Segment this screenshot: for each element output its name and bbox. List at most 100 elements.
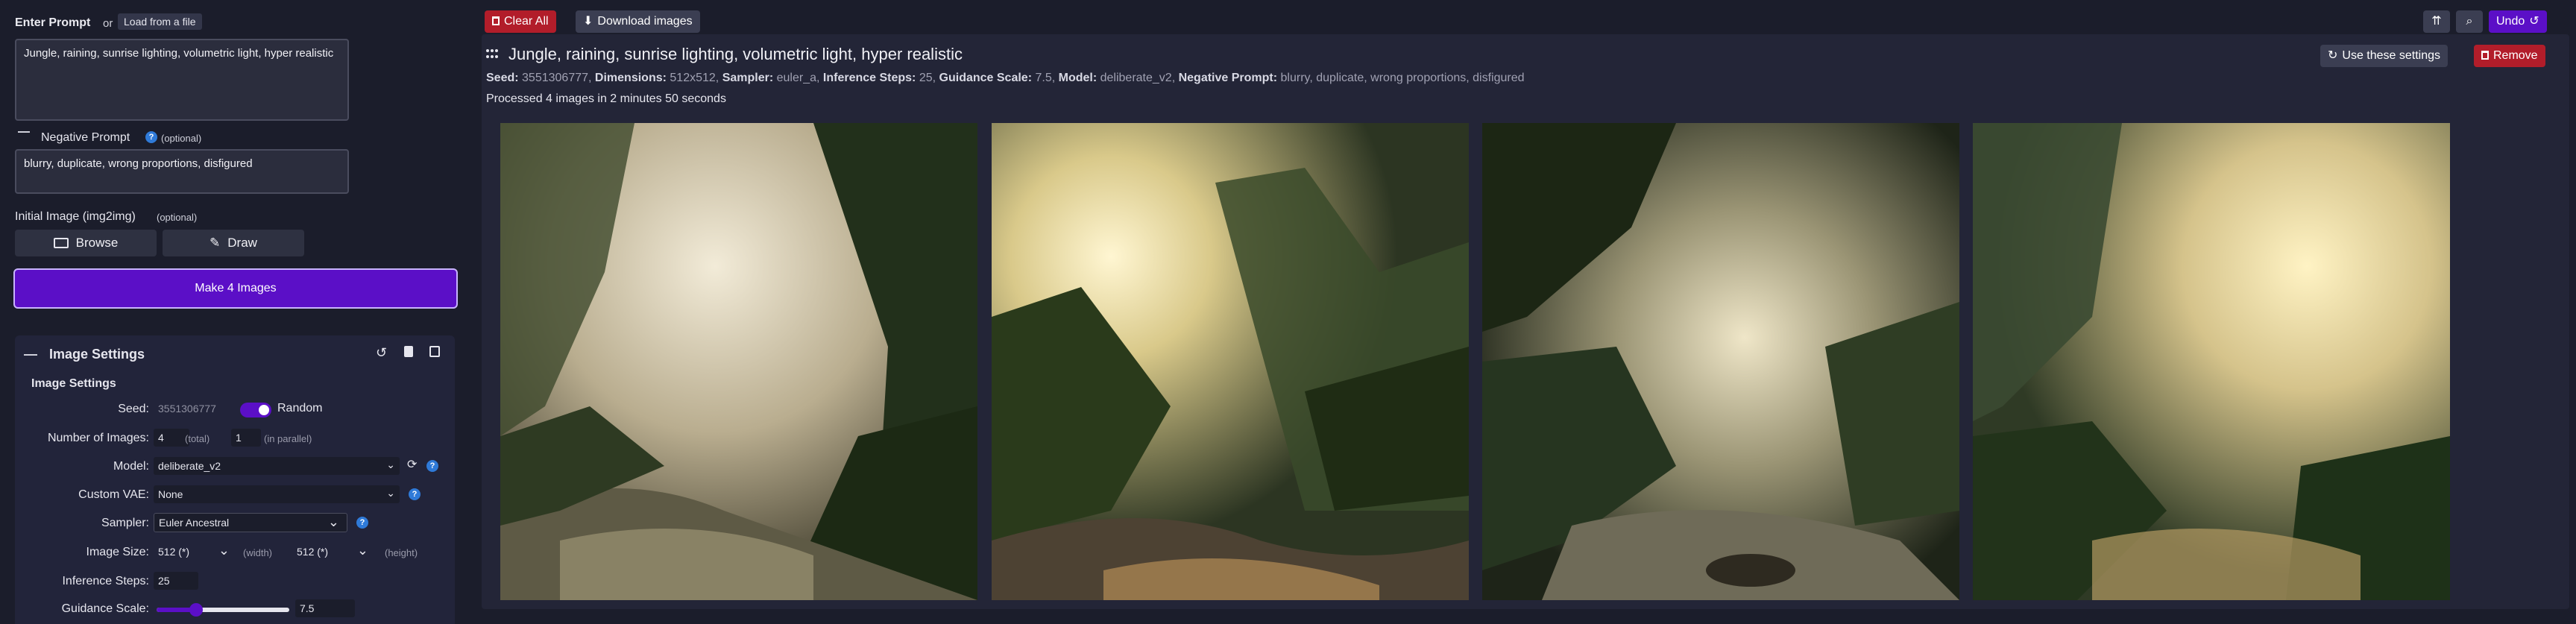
vae-select[interactable]: None ⌄ (154, 485, 400, 503)
height-value: 512 (*) (297, 546, 329, 558)
dim-key: Dimensions: (594, 72, 667, 84)
guidance-slider[interactable] (157, 603, 289, 617)
collapse-settings-icon[interactable] (24, 354, 37, 356)
width-select[interactable]: 512 (*) ⌄ (154, 543, 233, 561)
seed-input[interactable]: 3551306777 (154, 400, 236, 417)
sampler-label: Sampler: (101, 517, 149, 529)
collapse-negative-icon[interactable] (18, 131, 30, 133)
total-hint: (total) (185, 433, 210, 444)
zoom-icon[interactable]: ⌕ (2456, 10, 2483, 33)
remove-button[interactable]: Remove (2474, 45, 2545, 67)
download-icon: ⬇ (583, 15, 593, 28)
inference-steps-label: Inference Steps: (62, 575, 149, 587)
undo-button[interactable]: Undo ↺ (2489, 10, 2547, 33)
model-select[interactable]: deliberate_v2 ⌄ (154, 457, 400, 475)
use-settings-button[interactable]: ↻ Use these settings (2320, 45, 2449, 67)
neg-key: Negative Prompt: (1178, 72, 1278, 84)
sampler-key: Sampler: (722, 72, 774, 84)
negative-optional-hint: (optional) (161, 133, 202, 144)
prompt-input[interactable]: Jungle, raining, sunrise lighting, volum… (15, 39, 349, 121)
clear-all-button[interactable]: Clear All (485, 10, 556, 33)
trash-icon (2481, 51, 2489, 60)
negative-prompt-input[interactable]: blurry, duplicate, wrong proportions, di… (15, 149, 349, 194)
seed-key: Seed: (486, 72, 519, 84)
prompt-label: Enter Prompt (15, 16, 91, 29)
generated-image-3[interactable] (1482, 123, 1959, 600)
steps-val: 25, (919, 72, 936, 84)
guidance-scale-input[interactable]: 7.5 (295, 599, 355, 617)
left-panel: Enter Prompt or Load from a file Jungle,… (0, 0, 470, 624)
refresh-icon[interactable]: ⟳ (407, 457, 417, 472)
generated-image-1[interactable] (500, 123, 977, 600)
processed-text: Processed 4 images in 2 minutes 50 secon… (486, 92, 726, 105)
neg-val: blurry, duplicate, wrong proportions, di… (1280, 72, 1525, 84)
dim-val: 512x512, (670, 72, 719, 84)
image-settings-panel: Image Settings ↺ Image Settings Seed: 35… (15, 335, 455, 624)
initial-image-label: Initial Image (img2img) (15, 210, 136, 223)
chevron-down-icon: ⌄ (327, 514, 339, 529)
negative-prompt-label: Negative Prompt (41, 131, 130, 144)
make-images-button[interactable]: Make 4 Images (13, 268, 458, 309)
collapse-all-icon[interactable]: ⇈ (2423, 10, 2450, 33)
height-select[interactable]: 512 (*) ⌄ (292, 543, 371, 561)
width-hint: (width) (243, 547, 273, 558)
height-hint: (height) (385, 547, 418, 558)
clipboard-icon[interactable] (404, 346, 413, 357)
initial-image-optional-hint: (optional) (157, 212, 198, 223)
num-images-label: Number of Images: (47, 432, 149, 444)
model-val: deliberate_v2, (1100, 72, 1176, 84)
download-label: Download images (597, 15, 693, 28)
vae-value: None (158, 488, 183, 500)
draw-button[interactable]: ✎ Draw (163, 230, 304, 256)
sampler-select[interactable]: Euler Ancestral ⌄ (154, 513, 347, 532)
vae-label: Custom VAE: (78, 488, 149, 501)
slider-handle[interactable] (189, 603, 204, 617)
result-metadata: Seed: 3551306777, Dimensions: 512x512, S… (486, 72, 1525, 85)
parallel-hint: (in parallel) (264, 433, 312, 444)
generated-image-2[interactable] (992, 123, 1469, 600)
remove-label: Remove (2493, 49, 2538, 62)
sampler-info-icon[interactable]: ? (356, 517, 368, 529)
load-from-file-button[interactable]: Load from a file (118, 13, 202, 30)
inference-steps-input[interactable]: 25 (154, 572, 198, 590)
folder-icon (53, 238, 69, 248)
reset-icon[interactable]: ↺ (376, 345, 387, 361)
generated-image-4[interactable] (1973, 123, 2450, 600)
num-total-input[interactable]: 4 (154, 429, 189, 447)
undo-icon: ↺ (2529, 15, 2539, 28)
prompt-or-text: or (103, 17, 113, 30)
sampler-val: euler_a, (776, 72, 820, 84)
reload-icon: ↻ (2328, 49, 2338, 62)
chevron-down-icon: ⌄ (386, 458, 395, 470)
random-toggle[interactable] (240, 403, 271, 417)
undo-label: Undo (2496, 15, 2525, 28)
pencil-icon: ✎ (210, 236, 221, 250)
browse-button[interactable]: Browse (15, 230, 157, 256)
drag-handle-icon[interactable] (486, 49, 498, 58)
model-label: Model: (113, 460, 149, 473)
guidance-val: 7.5, (1035, 72, 1056, 84)
trash-icon (492, 16, 500, 25)
download-images-button[interactable]: ⬇ Download images (576, 10, 700, 33)
image-size-label: Image Size: (86, 546, 149, 558)
use-settings-label: Use these settings (2342, 49, 2441, 62)
result-title: Jungle, raining, sunrise lighting, volum… (508, 45, 963, 63)
clear-all-label: Clear All (504, 15, 549, 28)
num-parallel-input[interactable]: 1 (231, 429, 261, 447)
random-label: Random (277, 402, 323, 415)
vae-info-icon[interactable]: ? (409, 488, 421, 500)
info-icon[interactable]: ? (145, 131, 157, 143)
steps-key: Inference Steps: (822, 72, 916, 84)
chevron-down-icon: ⌄ (356, 543, 368, 558)
browse-label: Browse (75, 236, 119, 250)
chevron-down-icon: ⌄ (386, 487, 395, 499)
copy-icon[interactable] (429, 346, 440, 357)
model-key: Model: (1058, 72, 1098, 84)
model-value: deliberate_v2 (158, 460, 221, 472)
seed-label: Seed: (118, 403, 149, 415)
guidance-scale-label: Guidance Scale: (61, 602, 149, 615)
model-info-icon[interactable]: ? (426, 460, 438, 472)
image-settings-subtitle: Image Settings (31, 377, 116, 390)
seed-val: 3551306777, (522, 72, 592, 84)
sampler-value: Euler Ancestral (159, 517, 230, 529)
